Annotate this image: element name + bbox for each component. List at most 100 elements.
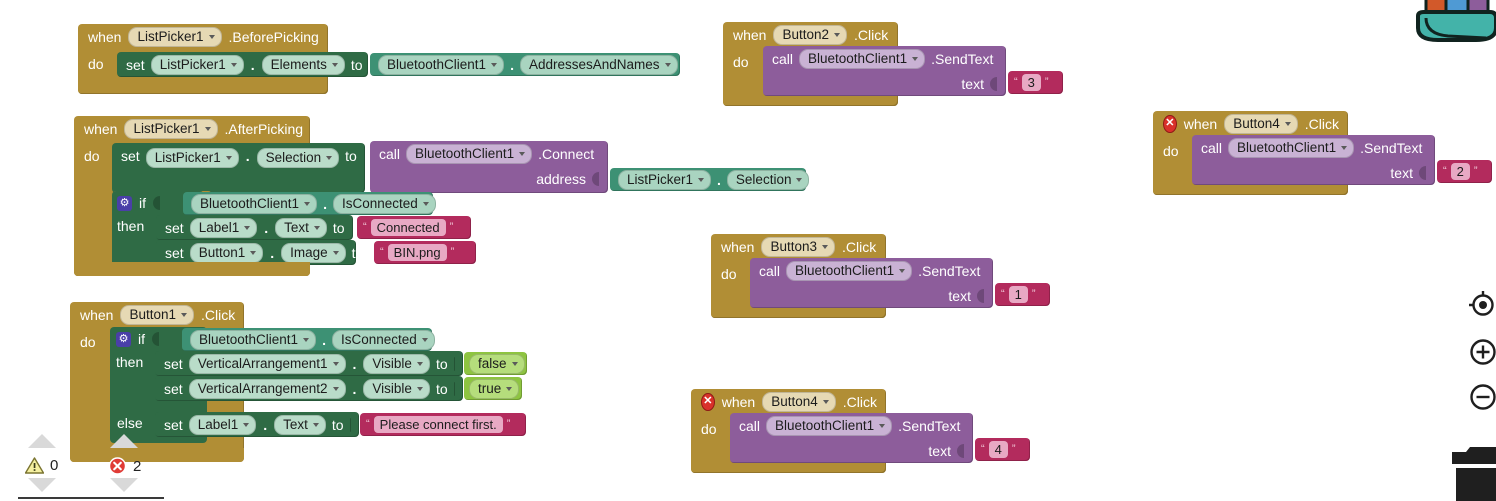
component-dropdown-bluetoothclient1[interactable]: BluetoothClient1 bbox=[406, 143, 533, 164]
warning-counter[interactable]: 0 bbox=[25, 457, 58, 474]
dot-separator: . bbox=[323, 195, 327, 212]
component-dropdown-button2[interactable]: Button2 bbox=[773, 24, 848, 45]
setter-block-listpicker1-elements[interactable]: set ListPicker1 . Elements to bbox=[117, 52, 368, 77]
component-dropdown-listpicker1[interactable]: ListPicker1 bbox=[128, 26, 222, 47]
property-dropdown-visible[interactable]: Visible bbox=[363, 353, 430, 374]
component-dropdown-bluetoothclient1[interactable]: BluetoothClient1 bbox=[1228, 137, 1355, 158]
property-dropdown-text[interactable]: Text bbox=[274, 414, 326, 435]
call-block-bluetoothclient1-sendtext[interactable]: call BluetoothClient1 .SendText text bbox=[1192, 135, 1435, 185]
logic-block-true[interactable]: true bbox=[464, 377, 522, 400]
component-dropdown-bluetoothclient1[interactable]: BluetoothClient1 bbox=[799, 48, 926, 69]
component-dropdown-verticalarrangement2[interactable]: VerticalArrangement2 bbox=[188, 378, 346, 399]
setter-block-label1-text-else[interactable]: set Label1 . Text to bbox=[155, 412, 359, 437]
property-dropdown-text[interactable]: Text bbox=[275, 217, 327, 238]
component-dropdown-bluetoothclient1[interactable]: BluetoothClient1 bbox=[190, 329, 317, 350]
property-dropdown-selection[interactable]: Selection bbox=[726, 169, 810, 190]
blocks-workspace[interactable]: when ListPicker1 .BeforePicking do set L… bbox=[0, 0, 1496, 501]
open-quote-icon: “ bbox=[1443, 165, 1447, 177]
text-block-1[interactable]: “ 1 ” bbox=[995, 283, 1050, 306]
component-dropdown-button1[interactable]: Button1 bbox=[189, 242, 264, 263]
setter-block-verticalarrangement2-visible[interactable]: set VerticalArrangement2 . Visible to bbox=[155, 376, 463, 401]
call-block-bluetoothclient1-sendtext[interactable]: call BluetoothClient1 .SendText text bbox=[750, 258, 993, 308]
property-dropdown-visible[interactable]: Visible bbox=[363, 378, 430, 399]
warning-nav-down[interactable] bbox=[28, 478, 56, 492]
dot-separator: . bbox=[245, 148, 250, 164]
setter-block-listpicker1-selection[interactable]: set ListPicker1 . Selection to bbox=[112, 143, 365, 193]
text-value-field[interactable]: 2 bbox=[1450, 163, 1470, 180]
triangle-down-icon[interactable] bbox=[110, 478, 138, 492]
value-socket bbox=[1419, 165, 1426, 180]
component-dropdown-label1[interactable]: Label1 bbox=[188, 414, 257, 435]
property-dropdown-elements[interactable]: Elements bbox=[261, 54, 345, 75]
text-block-connected[interactable]: “ Connected ” bbox=[357, 216, 471, 239]
component-dropdown-label1[interactable]: Label1 bbox=[189, 217, 258, 238]
mutator-gear-icon[interactable]: ⚙ bbox=[116, 331, 131, 347]
text-value-field[interactable]: Connected bbox=[370, 219, 446, 236]
component-dropdown-bluetoothclient1[interactable]: BluetoothClient1 bbox=[378, 54, 505, 75]
component-dropdown-button4[interactable]: Button4 bbox=[1224, 113, 1298, 134]
setter-block-label1-text[interactable]: set Label1 . Text to bbox=[156, 215, 353, 240]
center-workspace-button[interactable] bbox=[1466, 290, 1496, 325]
getter-block-listpicker1-selection[interactable]: ListPicker1 . Selection bbox=[610, 168, 810, 191]
text-block-3[interactable]: “ 3 ” bbox=[1008, 71, 1063, 94]
error-nav-down[interactable] bbox=[110, 478, 138, 492]
triangle-up-icon[interactable] bbox=[110, 434, 138, 448]
boolean-dropdown-false[interactable]: false bbox=[469, 353, 525, 374]
event-block-lip bbox=[78, 80, 328, 94]
component-dropdown-listpicker1[interactable]: ListPicker1 bbox=[150, 54, 244, 75]
component-dropdown-button3[interactable]: Button3 bbox=[761, 236, 836, 257]
getter-block-bluetoothclient1-isconnected[interactable]: BluetoothClient1 . IsConnected bbox=[182, 328, 435, 351]
chevron-down-icon bbox=[304, 201, 311, 206]
call-block-bluetoothclient1-sendtext[interactable]: call BluetoothClient1 .SendText text bbox=[763, 46, 1006, 96]
triangle-down-icon[interactable] bbox=[28, 478, 56, 492]
text-block-2[interactable]: “ 2 ” bbox=[1437, 160, 1492, 183]
chevron-down-icon bbox=[312, 422, 319, 427]
getter-block-bluetoothclient1-addressesandnames[interactable]: BluetoothClient1 . AddressesAndNames bbox=[370, 53, 680, 76]
getter-block-bluetoothclient1-isconnected[interactable]: BluetoothClient1 . IsConnected bbox=[183, 192, 436, 215]
component-dropdown-button1[interactable]: Button1 bbox=[120, 304, 195, 325]
event-name-label: .AfterPicking bbox=[224, 120, 304, 137]
error-nav-up[interactable] bbox=[110, 434, 138, 448]
error-circle-icon[interactable]: ✕ bbox=[701, 392, 715, 411]
property-dropdown-selection[interactable]: Selection bbox=[256, 148, 340, 168]
component-dropdown-button4[interactable]: Button4 bbox=[762, 391, 836, 412]
warning-nav-up[interactable] bbox=[28, 434, 56, 448]
zoom-in-button[interactable] bbox=[1466, 337, 1496, 372]
component-dropdown-verticalarrangement1[interactable]: VerticalArrangement1 bbox=[188, 353, 346, 374]
trash-can-button[interactable] bbox=[1452, 442, 1496, 501]
boolean-dropdown-true[interactable]: true bbox=[469, 378, 520, 399]
error-circle-icon[interactable]: ✕ bbox=[1163, 114, 1177, 133]
property-dropdown-image[interactable]: Image bbox=[281, 242, 346, 263]
error-counter[interactable]: 2 bbox=[108, 457, 141, 475]
chevron-down-icon bbox=[822, 399, 829, 404]
text-value-field[interactable]: 3 bbox=[1021, 74, 1041, 91]
text-value-field[interactable]: Please connect first. bbox=[373, 416, 503, 433]
component-dropdown-listpicker1[interactable]: ListPicker1 bbox=[145, 148, 239, 168]
then-label: then bbox=[116, 354, 144, 370]
property-dropdown-isconnected[interactable]: IsConnected bbox=[332, 193, 436, 214]
zoom-out-icon bbox=[1470, 384, 1496, 410]
call-block-bluetoothclient1-sendtext[interactable]: call BluetoothClient1 .SendText text bbox=[730, 413, 973, 463]
text-block-4[interactable]: “ 4 ” bbox=[975, 438, 1030, 461]
logic-block-false[interactable]: false bbox=[464, 352, 527, 375]
text-block-please-connect-first[interactable]: “ Please connect first. ” bbox=[360, 413, 526, 436]
call-block-bluetoothclient1-connect[interactable]: call BluetoothClient1 .Connect address bbox=[370, 141, 608, 193]
chevron-down-icon bbox=[244, 225, 251, 230]
triangle-up-icon[interactable] bbox=[28, 434, 56, 448]
backpack-icon bbox=[1416, 0, 1496, 42]
component-dropdown-bluetoothclient1[interactable]: BluetoothClient1 bbox=[191, 193, 318, 214]
text-value-field[interactable]: BIN.png bbox=[387, 244, 447, 261]
property-dropdown-addressesandnames[interactable]: AddressesAndNames bbox=[519, 54, 678, 75]
mutator-gear-icon[interactable]: ⚙ bbox=[117, 195, 132, 211]
component-dropdown-bluetoothclient1[interactable]: BluetoothClient1 bbox=[786, 260, 913, 281]
backpack-button[interactable] bbox=[1414, 0, 1496, 51]
text-block-bin-png[interactable]: “ BIN.png ” bbox=[374, 241, 476, 264]
component-dropdown-listpicker1[interactable]: ListPicker1 bbox=[618, 169, 712, 190]
text-value-field[interactable]: 1 bbox=[1008, 286, 1028, 303]
text-value-field[interactable]: 4 bbox=[988, 441, 1008, 458]
property-dropdown-isconnected[interactable]: IsConnected bbox=[331, 329, 435, 350]
component-dropdown-listpicker1[interactable]: ListPicker1 bbox=[124, 118, 218, 139]
setter-block-verticalarrangement1-visible[interactable]: set VerticalArrangement1 . Visible to bbox=[155, 351, 463, 376]
component-dropdown-bluetoothclient1[interactable]: BluetoothClient1 bbox=[766, 415, 893, 436]
zoom-out-button[interactable] bbox=[1466, 382, 1496, 417]
